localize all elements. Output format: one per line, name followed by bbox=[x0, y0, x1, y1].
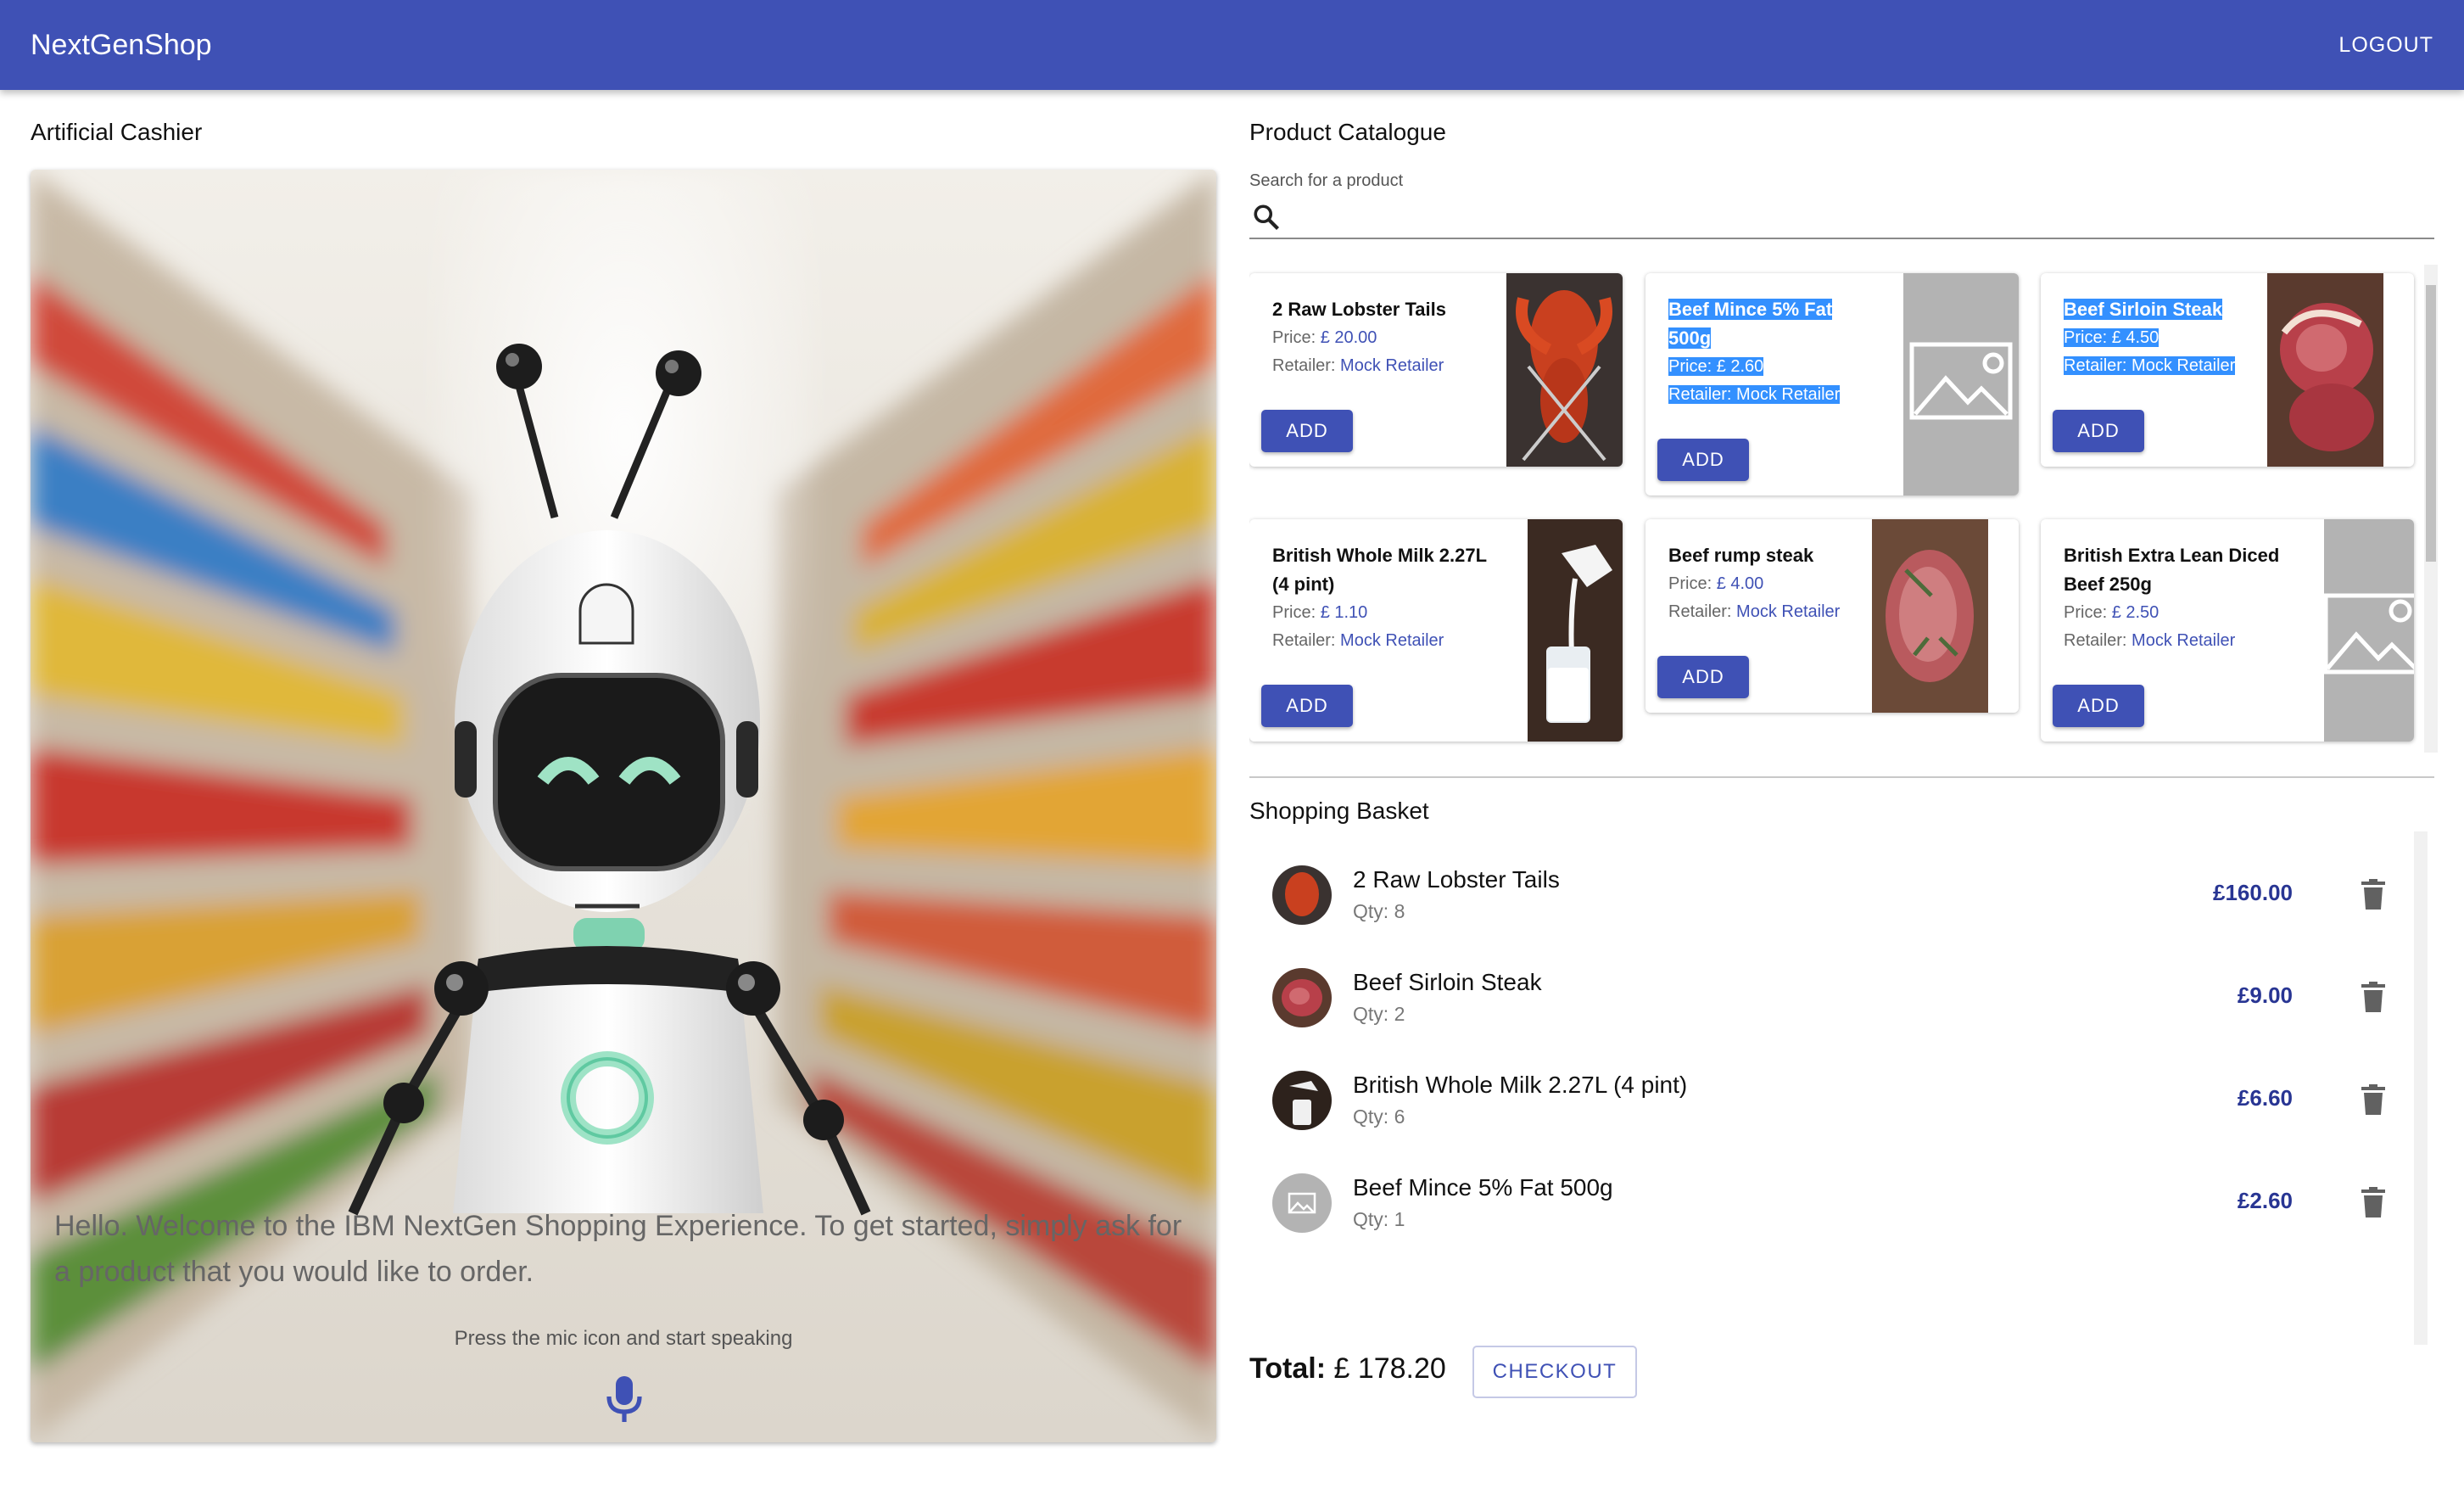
basket-item-total: £160.00 bbox=[2213, 880, 2293, 905]
add-to-basket-button[interactable]: ADD bbox=[1261, 410, 1353, 452]
basket-total: Total: £ 178.20 bbox=[1249, 1352, 1446, 1385]
product-name: Beef Mince 5% Fat bbox=[1668, 299, 1833, 320]
search-field bbox=[1249, 193, 2434, 239]
product-name: Beef rump steak bbox=[1668, 545, 1814, 566]
product-price: Price: £ 20.00 bbox=[1272, 328, 1377, 347]
checkout-button[interactable]: CHECKOUT bbox=[1472, 1346, 1637, 1398]
product-retailer: Retailer: Mock Retailer bbox=[1272, 356, 1444, 375]
product-info: British Extra Lean Diced Beef 250g Price… bbox=[2064, 541, 2279, 655]
basket-scrollbar[interactable] bbox=[2414, 831, 2428, 1345]
basket-item-total: £9.00 bbox=[2237, 982, 2293, 1008]
basket-item-avatar bbox=[1272, 865, 1332, 925]
welcome-message: Hello. Welcome to the IBM NextGen Shoppi… bbox=[54, 1210, 1182, 1288]
product-price: Price: £ 4.50 bbox=[2064, 328, 2159, 347]
basket-item-name: Beef Mince 5% Fat 500g bbox=[1353, 1174, 1613, 1201]
catalogue-scroll-thumb[interactable] bbox=[2426, 285, 2436, 562]
search-input[interactable] bbox=[1292, 199, 2420, 232]
mic-icon[interactable] bbox=[604, 1374, 645, 1425]
catalogue-title: Product Catalogue bbox=[1249, 119, 1446, 145]
delete-icon[interactable] bbox=[2361, 879, 2385, 910]
basket-item-qty: Qty: 8 bbox=[1353, 900, 1405, 922]
product-info: Beef Sirloin Steak Price: £ 4.50 Retaile… bbox=[2064, 295, 2236, 380]
product-name: Beef Sirloin Steak bbox=[2064, 299, 2223, 320]
search-icon bbox=[1254, 204, 1279, 230]
add-to-basket-button[interactable]: ADD bbox=[1261, 685, 1353, 727]
product-name: British Whole Milk 2.27L bbox=[1272, 545, 1488, 566]
product-info: 2 Raw Lobster Tails Price: £ 20.00 Retai… bbox=[1272, 295, 1446, 380]
rump-image bbox=[1872, 519, 1988, 713]
placeholder-image bbox=[1903, 273, 2019, 495]
product-card: Beef Sirloin Steak Price: £ 4.50 Retaile… bbox=[2041, 273, 2414, 467]
basket-item-qty: Qty: 6 bbox=[1353, 1106, 1405, 1128]
product-name-line2: Beef 250g bbox=[2064, 574, 2152, 595]
product-name-line2: 500g bbox=[1668, 327, 1712, 349]
search-label: Search for a product bbox=[1249, 171, 1404, 190]
product-card: British Extra Lean Diced Beef 250g Price… bbox=[2041, 519, 2414, 742]
sirloin-image bbox=[2267, 273, 2383, 467]
basket-item-total: £6.60 bbox=[2237, 1085, 2293, 1111]
add-to-basket-button[interactable]: ADD bbox=[1657, 656, 1749, 698]
basket-item-qty: Qty: 1 bbox=[1353, 1208, 1405, 1230]
placeholder-image bbox=[2324, 519, 2414, 742]
add-to-basket-button[interactable]: ADD bbox=[1657, 439, 1749, 481]
basket-item-avatar bbox=[1272, 1071, 1332, 1130]
product-retailer: Retailer: Mock Retailer bbox=[2064, 631, 2236, 650]
basket-item-name: 2 Raw Lobster Tails bbox=[1353, 866, 1560, 893]
catalogue-scrollbar[interactable] bbox=[2424, 265, 2438, 753]
basket-item: British Whole Milk 2.27L (4 pint) Qty: 6… bbox=[1249, 1037, 2411, 1139]
product-price: Price: £ 2.50 bbox=[2064, 603, 2159, 622]
product-card: 2 Raw Lobster Tails Price: £ 20.00 Retai… bbox=[1249, 273, 1623, 467]
basket-item-total: £2.60 bbox=[2237, 1188, 2293, 1213]
basket-item-qty: Qty: 2 bbox=[1353, 1003, 1405, 1025]
product-retailer: Retailer: Mock Retailer bbox=[1668, 385, 1841, 404]
basket-list: 2 Raw Lobster Tails Qty: 8 £160.00 Beef … bbox=[1249, 831, 2434, 1341]
basket-item: 2 Raw Lobster Tails Qty: 8 £160.00 bbox=[1249, 831, 2411, 934]
lobster-image bbox=[1506, 273, 1623, 467]
brand-title: NextGenShop bbox=[31, 28, 212, 61]
add-to-basket-button[interactable]: ADD bbox=[2053, 410, 2144, 452]
add-to-basket-button[interactable]: ADD bbox=[2053, 685, 2144, 727]
basket-item-avatar bbox=[1272, 1173, 1332, 1233]
product-info: Beef Mince 5% Fat 500g Price: £ 2.60 Ret… bbox=[1668, 295, 1841, 409]
section-divider bbox=[1249, 776, 2434, 778]
product-name-line2: (4 pint) bbox=[1272, 574, 1335, 595]
product-grid: 2 Raw Lobster Tails Price: £ 20.00 Retai… bbox=[1249, 265, 2434, 753]
milk-image bbox=[1528, 519, 1623, 742]
basket-item-name: Beef Sirloin Steak bbox=[1353, 969, 1542, 995]
product-name: British Extra Lean Diced bbox=[2064, 545, 2280, 566]
product-name: 2 Raw Lobster Tails bbox=[1272, 299, 1446, 320]
logout-button[interactable]: LOGOUT bbox=[2338, 33, 2433, 58]
product-retailer: Retailer: Mock Retailer bbox=[1668, 602, 1841, 621]
product-card: Beef rump steak Price: £ 4.00 Retailer: … bbox=[1645, 519, 2019, 713]
basket-item: Beef Sirloin Steak Qty: 2 £9.00 bbox=[1249, 934, 2411, 1037]
product-price: Price: £ 1.10 bbox=[1272, 603, 1368, 622]
product-info: British Whole Milk 2.27L (4 pint) Price:… bbox=[1272, 541, 1487, 655]
product-price: Price: £ 4.00 bbox=[1668, 574, 1764, 593]
artificial-cashier-panel: Hello. Welcome to the IBM NextGen Shoppi… bbox=[31, 170, 1216, 1442]
product-card: British Whole Milk 2.27L (4 pint) Price:… bbox=[1249, 519, 1623, 742]
product-price: Price: £ 2.60 bbox=[1668, 357, 1764, 376]
product-retailer: Retailer: Mock Retailer bbox=[1272, 631, 1444, 650]
basket-item-avatar bbox=[1272, 968, 1332, 1027]
basket-item-name: British Whole Milk 2.27L (4 pint) bbox=[1353, 1072, 1688, 1098]
total-value: £ 178.20 bbox=[1333, 1352, 1446, 1385]
delete-icon[interactable] bbox=[2361, 1084, 2385, 1115]
total-label: Total: bbox=[1249, 1352, 1327, 1385]
product-card: Beef Mince 5% Fat 500g Price: £ 2.60 Ret… bbox=[1645, 273, 2019, 495]
app-bar: NextGenShop LOGOUT bbox=[0, 0, 2464, 90]
delete-icon[interactable] bbox=[2361, 982, 2385, 1012]
basket-item: Beef Mince 5% Fat 500g Qty: 1 £2.60 bbox=[1249, 1139, 2411, 1242]
delete-icon[interactable] bbox=[2361, 1187, 2385, 1218]
product-info: Beef rump steak Price: £ 4.00 Retailer: … bbox=[1668, 541, 1840, 626]
mic-hint: Press the mic icon and start speaking bbox=[454, 1327, 793, 1350]
basket-title: Shopping Basket bbox=[1249, 798, 1429, 824]
cashier-title: Artificial Cashier bbox=[31, 119, 203, 145]
product-retailer: Retailer: Mock Retailer bbox=[2064, 356, 2236, 375]
